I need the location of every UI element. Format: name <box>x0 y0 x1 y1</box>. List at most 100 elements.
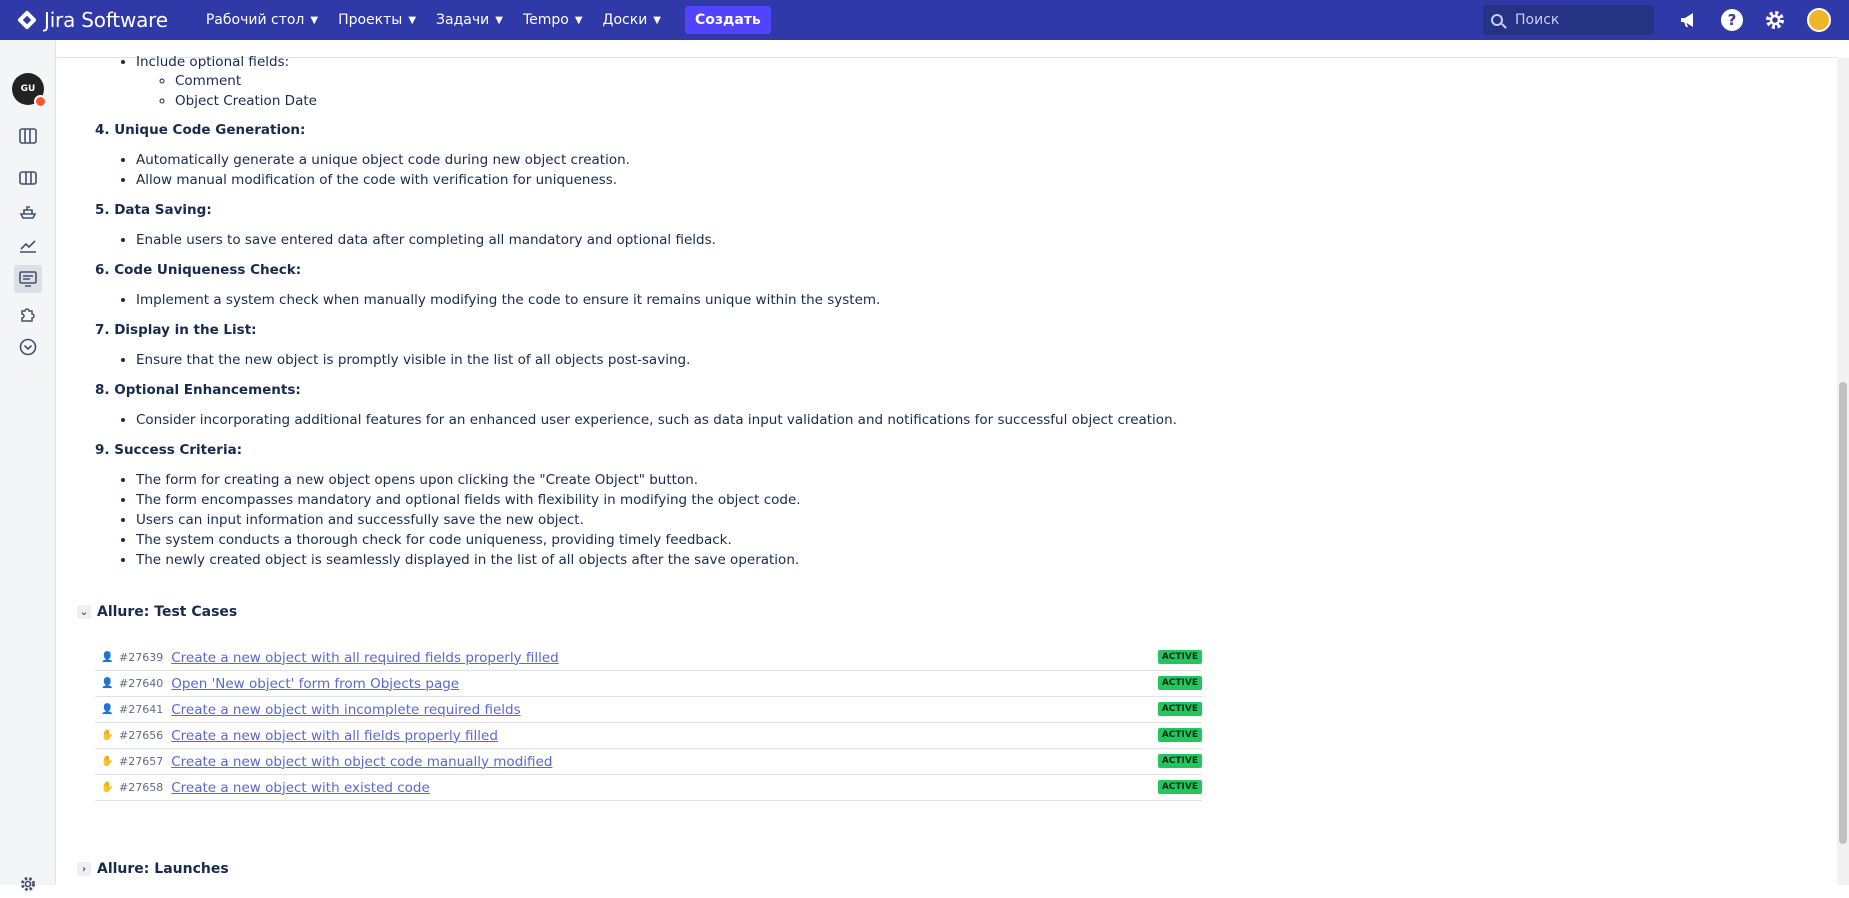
list-item: Include optional fields: <box>136 52 289 72</box>
nav-projects[interactable]: Проекты ▼ <box>338 12 416 28</box>
ship-icon[interactable] <box>14 198 42 226</box>
section-heading: 8. Optional Enhancements: <box>95 382 301 398</box>
section-heading: 5. Data Saving: <box>95 202 212 218</box>
chart-icon[interactable] <box>14 232 42 260</box>
megaphone-icon[interactable] <box>1677 8 1701 32</box>
user-icon: 👤 <box>101 704 114 715</box>
list-item: Automatically generate a unique object c… <box>136 150 630 170</box>
table-row: ✋ #27656 Create a new object with all fi… <box>95 723 1202 749</box>
project-sidebar: GU <box>0 40 56 891</box>
list-item: The form encompasses mandatory and optio… <box>136 490 801 510</box>
nav-issues[interactable]: Задачи ▼ <box>436 12 503 28</box>
test-case-id: #27641 <box>119 703 164 716</box>
scrollbar-thumb[interactable] <box>1839 382 1847 844</box>
table-row: ✋ #27657 Create a new object with object… <box>95 749 1202 775</box>
test-case-link[interactable]: Create a new object with all fields prop… <box>171 728 498 744</box>
hand-icon: ✋ <box>101 730 114 741</box>
help-icon[interactable]: ? <box>1721 9 1743 31</box>
settings-icon[interactable] <box>14 870 42 898</box>
test-case-link[interactable]: Create a new object with object code man… <box>171 754 552 770</box>
status-badge: ACTIVE <box>1157 676 1202 690</box>
section-list: Ensure that the new object is promptly v… <box>136 350 690 370</box>
board-icon[interactable] <box>14 122 42 150</box>
list-item: Enable users to save entered data after … <box>136 230 716 250</box>
test-case-id: #27639 <box>119 651 164 664</box>
search-input[interactable] <box>1515 12 1645 28</box>
test-case-id: #27657 <box>119 755 164 768</box>
main-nav: Рабочий стол ▼ Проекты ▼ Задачи ▼ Tempo ▼ До… <box>206 6 771 34</box>
chevron-right-icon[interactable]: › <box>77 862 91 876</box>
allure-test-cases-header[interactable]: ⌄ Allure: Test Cases <box>77 604 237 620</box>
table-row: 👤 #27639 Create a new object with all re… <box>95 645 1202 671</box>
chevron-down-icon: ▼ <box>574 14 583 26</box>
table-row: 👤 #27641 Create a new object with incomp… <box>95 697 1202 723</box>
nav-dashboard[interactable]: Рабочий стол ▼ <box>206 12 318 28</box>
section-heading: 6. Code Uniqueness Check: <box>95 262 302 278</box>
hand-icon: ✋ <box>101 756 114 767</box>
section-heading: 4. Unique Code Generation: <box>95 122 306 138</box>
monitor-icon[interactable] <box>14 265 42 293</box>
test-case-link[interactable]: Create a new object with existed code <box>171 780 430 796</box>
test-case-id: #27658 <box>119 781 164 794</box>
notification-badge-icon <box>34 95 47 108</box>
test-case-link[interactable]: Open 'New object' form from Objects page <box>171 676 459 692</box>
optional-fields-list: Comment Object Creation Date <box>175 71 317 111</box>
allure-launches-header[interactable]: › Allure: Launches <box>77 861 229 877</box>
nav-boards[interactable]: Доски ▼ <box>603 12 661 28</box>
nav-tempo[interactable]: Tempo ▼ <box>523 12 583 28</box>
status-badge: ACTIVE <box>1157 754 1202 768</box>
chevron-circle-icon[interactable] <box>14 333 42 361</box>
test-case-link[interactable]: Create a new object with all required fi… <box>171 650 559 666</box>
test-case-id: #27656 <box>119 729 164 742</box>
status-badge: ACTIVE <box>1157 702 1202 716</box>
list-item: Users can input information and successf… <box>136 510 801 530</box>
section-heading: 7. Display in the List: <box>95 322 257 338</box>
top-right-icons: ? <box>1657 8 1831 32</box>
user-icon: 👤 <box>101 678 114 689</box>
create-button[interactable]: Создать <box>685 6 771 34</box>
section-list: Implement a system check when manually m… <box>136 290 880 310</box>
user-icon: 👤 <box>101 652 114 663</box>
columns-icon[interactable] <box>14 164 42 192</box>
chevron-down-icon: ▼ <box>653 14 661 26</box>
section-list: Automatically generate a unique object c… <box>136 150 630 190</box>
hand-icon: ✋ <box>101 782 114 793</box>
jira-logo[interactable]: Jira Software <box>17 8 168 32</box>
test-cases-table: 👤 #27639 Create a new object with all re… <box>95 645 1202 801</box>
app-name: Jira Software <box>44 8 168 32</box>
section-heading: 9. Success Criteria: <box>95 442 243 458</box>
section-list: Consider incorporating additional featur… <box>136 410 1177 430</box>
test-case-link[interactable]: Create a new object with incomplete requ… <box>171 702 520 718</box>
user-avatar[interactable] <box>1807 8 1831 32</box>
section-list: The form for creating a new object opens… <box>136 470 801 570</box>
jira-diamond-icon <box>17 10 37 30</box>
list-item: Implement a system check when manually m… <box>136 290 880 310</box>
search-box[interactable] <box>1483 5 1654 35</box>
list-item: The form for creating a new object opens… <box>136 470 801 490</box>
list-item: Comment <box>175 71 317 91</box>
list-item: The system conducts a thorough check for… <box>136 530 801 550</box>
search-icon <box>1491 14 1503 26</box>
list-item: Consider incorporating additional featur… <box>136 410 1177 430</box>
chevron-down-icon[interactable]: ⌄ <box>77 605 91 619</box>
list-item: Allow manual modification of the code wi… <box>136 170 630 190</box>
top-navigation-bar: Jira Software Рабочий стол ▼ Проекты ▼ Зад… <box>0 0 1849 40</box>
project-avatar[interactable]: GU <box>12 73 47 108</box>
partial-list: Include optional fields: <box>136 52 289 72</box>
section-list: Enable users to save entered data after … <box>136 230 716 250</box>
header-divider <box>57 40 1837 58</box>
test-case-id: #27640 <box>119 677 164 690</box>
puzzle-icon[interactable] <box>14 300 42 328</box>
section-title: Allure: Launches <box>97 861 229 877</box>
status-badge: ACTIVE <box>1157 728 1202 742</box>
list-item: Object Creation Date <box>175 91 317 111</box>
status-badge: ACTIVE <box>1157 780 1202 794</box>
list-item: The newly created object is seamlessly d… <box>136 550 801 570</box>
gear-icon[interactable] <box>1763 8 1787 32</box>
chevron-down-icon: ▼ <box>495 14 503 26</box>
list-item: Ensure that the new object is promptly v… <box>136 350 690 370</box>
chevron-down-icon: ▼ <box>408 14 417 26</box>
table-row: ✋ #27658 Create a new object with existe… <box>95 775 1202 801</box>
section-title: Allure: Test Cases <box>97 604 238 620</box>
status-badge: ACTIVE <box>1157 650 1202 664</box>
